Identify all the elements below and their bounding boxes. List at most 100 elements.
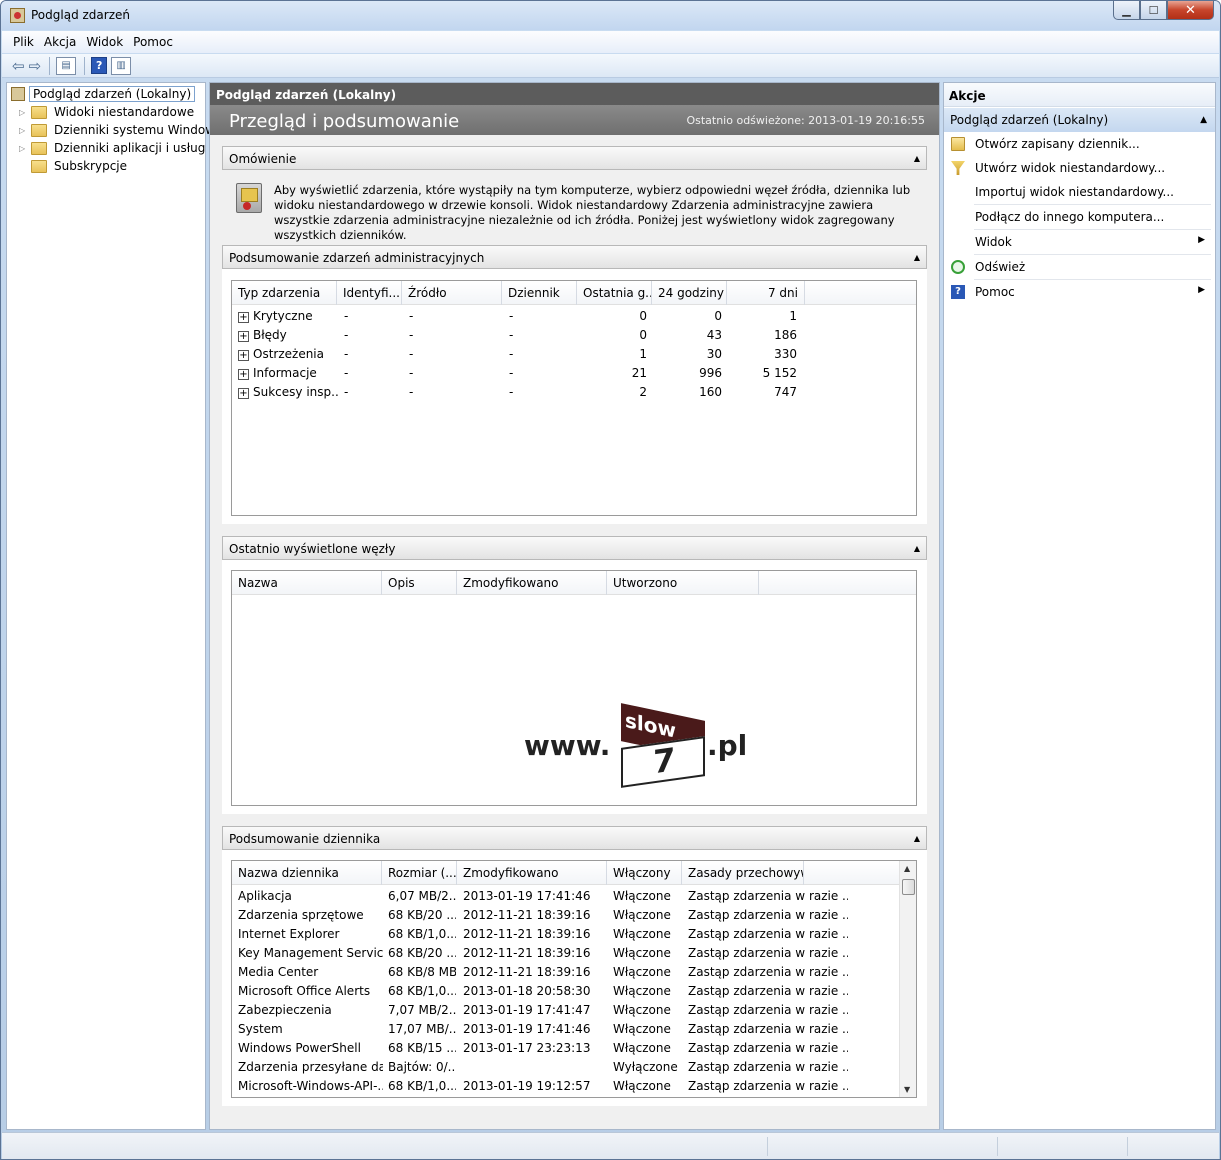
expand-plus-icon[interactable]: + [238,369,249,380]
table-row[interactable]: + Informacje - - - 21 996 5 152 [232,364,916,383]
column-header[interactable]: 7 dni [727,281,805,305]
column-header[interactable]: Identyfi... [337,281,402,305]
table-row[interactable]: + Krytyczne - - - 0 0 1 [232,307,916,326]
table-row[interactable]: + Ostrzeżenia - - - 1 30 330 [232,345,916,364]
table-row[interactable]: Zdarzenia sprzętowe 68 KB/20 ... 2012-11-2… [232,906,900,925]
column-header[interactable]: Rozmiar (... [382,861,457,885]
collapse-icon[interactable]: ▲ [914,253,920,262]
last-hour-count: 2 [639,385,647,399]
table-row[interactable]: + Sukcesy insp... - - - 2 160 747 [232,383,916,402]
table-row[interactable]: Microsoft-Windows-API-... 68 KB/1,0... 201… [232,1077,900,1096]
action-help[interactable]: ? Pomoc ▶ [944,280,1215,305]
log-summary-scrollbar[interactable]: ▲ ▼ [899,861,916,1097]
filter-icon [951,161,965,175]
show-hide-tree-button[interactable]: ▤ [56,56,77,75]
tree-item-label: Widoki niestandardowe [54,105,195,119]
collapse-icon[interactable]: ▲ [914,544,920,553]
column-header[interactable]: Źródło [402,281,502,305]
last-refreshed: Ostatnio odświeżone: 2013-01-19 20:16:55 [686,114,925,127]
status-segment [997,1137,1127,1156]
recent-nodes-header[interactable]: Ostatnio wyświetlone węzły ▲ [222,536,927,560]
scroll-up-icon[interactable]: ▲ [904,864,910,873]
log-summary-header[interactable]: Podsumowanie dziennika ▲ [222,826,927,850]
expand-plus-icon[interactable]: + [238,388,249,399]
column-header[interactable]: 24 godziny [652,281,727,305]
expand-arrow-icon[interactable]: ▷ [19,144,28,153]
action-import-custom-view[interactable]: Importuj widok niestandardowy... [944,180,1215,205]
table-row[interactable]: + Błędy - - - 0 43 186 [232,326,916,345]
last-hour-count: 0 [639,309,647,323]
table-row[interactable]: Key Management Service 68 KB/20 ... 2012-1… [232,944,900,963]
tree-item-app-service-logs[interactable]: ▷ Dzienniki aplikacji i usług [19,139,208,157]
collapse-icon[interactable]: ▲ [914,834,920,843]
log-name: Windows PowerShell [238,1041,361,1055]
action-create-custom-view[interactable]: Utwórz widok niestandardowy... [944,156,1215,181]
log-size: 68 KB/15 ... [388,1041,456,1055]
table-row[interactable]: Zdarzenia przesyłane dalej Bajtów: 0/... W… [232,1058,900,1077]
column-header[interactable]: Utworzono [607,571,759,595]
action-open-saved-log[interactable]: Otwórz zapisany dziennik... [944,132,1215,157]
last-hour-count: 21 [631,366,647,380]
help-button[interactable]: ? [91,57,108,74]
expand-arrow-icon[interactable]: ▷ [19,108,28,117]
collapse-icon[interactable]: ▲ [914,154,920,163]
action-connect-computer[interactable]: Podłącz do innego komputera... [944,205,1215,230]
submenu-arrow-icon: ▶ [1198,285,1205,295]
log-retention-policy: Zastąp zdarzenia w razie ... [688,946,848,960]
maximize-button[interactable]: ☐ [1140,1,1167,20]
forward-button[interactable]: ⇨ [29,57,42,75]
table-row[interactable]: Aplikacja 6,07 MB/2... 2013-01-19 17:41:46… [232,887,900,906]
tree-item-windows-logs[interactable]: ▷ Dzienniki systemu Windows [19,121,224,139]
scrollbar-thumb[interactable] [902,879,915,895]
tree-root-event-viewer[interactable]: Podgląd zdarzeń (Lokalny) [11,85,196,103]
column-header[interactable]: Opis [382,571,457,595]
event-log: - [509,347,514,361]
menu-view[interactable]: Widok [86,35,123,49]
admin-summary-table: Typ zdarzenia Identyfi... Źródło Dzienni… [231,280,917,516]
action-view[interactable]: Widok ▶ [944,230,1215,255]
table-row[interactable]: Internet Explorer 68 KB/1,0... 2012-11-21 … [232,925,900,944]
tree-item-subscriptions[interactable]: Subskrypcje [19,157,130,175]
log-enabled: Włączone [613,1022,671,1036]
tree-item-custom-views[interactable]: ▷ Widoki niestandardowe [19,103,197,121]
overview-section-header[interactable]: Omówienie ▲ [222,146,927,170]
table-row[interactable]: Windows PowerShell 68 KB/15 ... 2013-01-17… [232,1039,900,1058]
table-row[interactable]: Microsoft Office Alerts 68 KB/1,0... 2013-… [232,982,900,1001]
event-log: - [509,309,514,323]
column-header[interactable]: Nazwa dziennika [232,861,382,885]
minimize-button[interactable]: ▁ [1113,1,1140,20]
open-folder-icon [951,137,965,151]
column-header[interactable]: Zasady przechowywania [682,861,804,885]
column-header[interactable]: Dziennik [502,281,577,305]
column-header[interactable]: Zmodyfikowano [457,861,607,885]
scroll-down-icon[interactable]: ▼ [904,1085,910,1094]
log-enabled: Włączone [613,908,671,922]
column-header[interactable]: Ostatnia g... [577,281,652,305]
menu-file[interactable]: Plik [13,35,34,49]
back-button[interactable]: ⇦ [12,57,25,75]
expand-plus-icon[interactable]: + [238,350,249,361]
column-header[interactable]: Włączony [607,861,682,885]
table-row[interactable]: Media Center 68 KB/8 MB 2012-11-21 18:39:1… [232,963,900,982]
close-button[interactable]: ✕ [1167,1,1214,20]
menu-help[interactable]: Pomoc [133,35,173,49]
log-size: 68 KB/1,0... [388,927,456,941]
column-header[interactable]: Nazwa [232,571,382,595]
table-row[interactable]: Zabezpieczenia 7,07 MB/2... 2013-01-19 17:… [232,1001,900,1020]
action-refresh[interactable]: Odśwież [944,255,1215,280]
overview-title: Przegląd i podsumowanie [229,111,460,132]
expand-plus-icon[interactable]: + [238,331,249,342]
submenu-arrow-icon: ▶ [1198,235,1205,245]
expand-arrow-icon[interactable]: ▷ [19,126,28,135]
show-hide-actions-button[interactable]: ▥ [111,56,132,75]
actions-section-header[interactable]: Podgląd zdarzeń (Lokalny) ▲ [944,108,1215,132]
day-count: 0 [714,309,722,323]
table-row[interactable]: System 17,07 MB/... 2013-01-19 17:41:46 Włą… [232,1020,900,1039]
log-enabled: Włączone [613,946,671,960]
column-header[interactable]: Typ zdarzenia [232,281,337,305]
collapse-icon[interactable]: ▲ [1200,115,1207,125]
column-header[interactable]: Zmodyfikowano [457,571,607,595]
expand-plus-icon[interactable]: + [238,312,249,323]
menu-action[interactable]: Akcja [44,35,76,49]
admin-summary-header[interactable]: Podsumowanie zdarzeń administracyjnych ▲ [222,245,927,269]
